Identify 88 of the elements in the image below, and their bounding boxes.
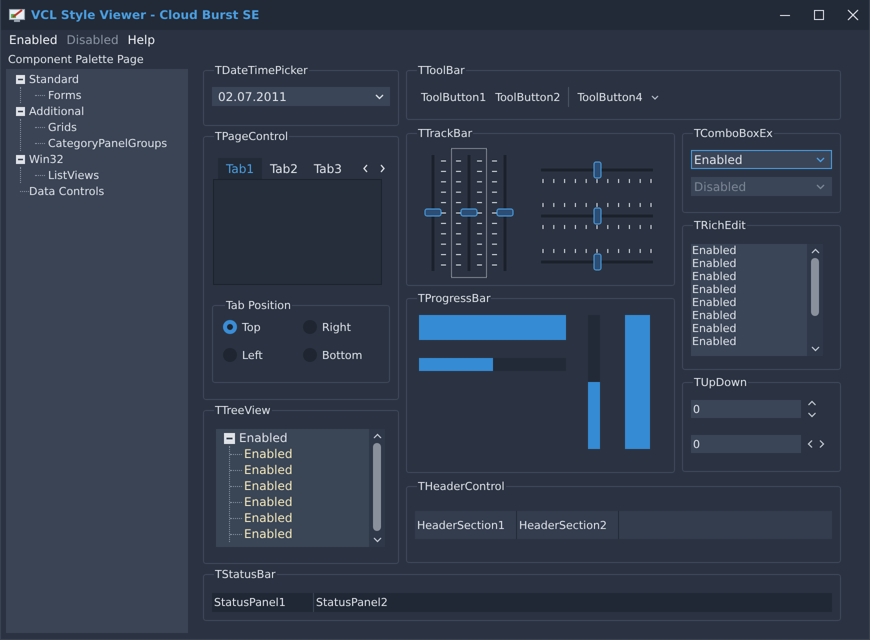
header-section[interactable]: HeaderSection2 [517, 511, 619, 539]
radio-label: Bottom [322, 348, 362, 362]
chevron-left-icon[interactable] [362, 164, 369, 173]
tab[interactable]: Tab1 [218, 158, 262, 179]
slider-thumb[interactable] [594, 162, 602, 178]
app-icon [9, 8, 25, 22]
date-picker[interactable]: 02.07.2011 [212, 87, 390, 106]
slider-thumb[interactable] [594, 208, 602, 224]
text-line: Enabled [692, 335, 738, 348]
menu-item[interactable]: Help [128, 33, 155, 47]
chevron-right-icon[interactable] [378, 164, 386, 173]
group-title: THeaderControl [417, 480, 506, 493]
group-title: TRichEdit [693, 219, 747, 232]
chevron-up-icon[interactable] [372, 433, 382, 439]
tree-item[interactable]: Data Controls [29, 184, 104, 198]
group-title: Tab Position [225, 299, 292, 312]
close-icon[interactable] [847, 9, 859, 21]
group-title: TStatusBar [214, 568, 277, 581]
chevron-down-icon[interactable] [810, 346, 820, 352]
collapse-icon[interactable] [16, 106, 25, 116]
slider-thumb[interactable] [594, 254, 602, 270]
group-title: TComboBoxEx [693, 127, 774, 140]
tree-item[interactable]: Additional [29, 104, 84, 118]
collapse-icon[interactable] [16, 154, 25, 164]
status-panel-text: StatusPanel1 [212, 593, 314, 612]
group-title: TPageControl [214, 130, 290, 143]
tree-item[interactable]: Standard [29, 72, 80, 86]
tree-item[interactable]: Forms [48, 88, 82, 102]
tree-item[interactable]: Enabled [244, 495, 292, 509]
chevron-down-icon [375, 94, 384, 100]
radio-label: Top [242, 320, 261, 334]
menu-item[interactable]: Enabled [9, 33, 58, 47]
radio-button[interactable] [223, 320, 237, 334]
tree-item[interactable]: ListViews [48, 168, 100, 182]
maximize-icon[interactable] [813, 9, 825, 21]
scrollbar[interactable] [369, 429, 385, 547]
group-title: TDateTimePicker [214, 64, 309, 77]
tree-item[interactable]: Enabled [244, 527, 292, 541]
toolbar-dropdown-button[interactable]: ToolButton4 [569, 90, 665, 104]
scrollbar[interactable] [807, 244, 823, 356]
radio-label: Left [242, 348, 263, 362]
collapse-icon[interactable] [16, 74, 25, 84]
chevron-down-icon [816, 156, 825, 162]
slider-thumb[interactable] [424, 208, 442, 216]
up-down-arrows-icon[interactable] [807, 399, 817, 419]
tree-item[interactable]: Enabled [244, 463, 292, 477]
chevron-up-icon[interactable] [810, 248, 820, 254]
group-title: TProgressBar [417, 292, 492, 305]
number-field[interactable]: 0 [691, 400, 801, 418]
group-title: TTreeView [214, 404, 272, 417]
chevron-down-icon [816, 184, 825, 190]
tree-item[interactable]: Grids [48, 120, 77, 134]
text-line: Enabled [692, 296, 738, 309]
tree-item[interactable]: Win32 [29, 152, 64, 166]
group-title: TToolBar [417, 64, 466, 77]
slider-thumb[interactable] [460, 208, 478, 216]
tree-item[interactable]: Enabled [244, 511, 292, 525]
collapse-icon[interactable] [224, 432, 235, 444]
rich-edit[interactable]: Enabled Enabled Enabled Enabled Enabled Enabled Enabled Enabled [691, 244, 823, 356]
tree-item[interactable]: Enabled [244, 479, 292, 493]
tab[interactable]: Tab3 [306, 158, 350, 179]
tree-item[interactable]: CategoryPanelGroups [48, 136, 168, 150]
slider-thumb[interactable] [496, 208, 514, 216]
chevron-down-icon [650, 94, 659, 100]
horizontal-slider[interactable] [539, 200, 655, 232]
palette-label: Component Palette Page [7, 52, 145, 68]
tree-item[interactable]: Enabled [239, 431, 288, 445]
tab[interactable]: Tab2 [262, 158, 306, 179]
text-line: Enabled [692, 309, 738, 322]
tree-item[interactable]: Enabled [244, 447, 292, 461]
text-line: Enabled [692, 244, 738, 257]
number-field[interactable]: 0 [691, 435, 801, 453]
vertical-slider[interactable] [451, 148, 487, 278]
group-title: TUpDown [693, 376, 748, 389]
left-right-arrows-icon[interactable] [807, 439, 825, 449]
toolbar-button[interactable]: ToolButton1 [418, 90, 492, 104]
text-line: Enabled [692, 322, 738, 335]
status-panel-text: StatusPanel2 [315, 595, 389, 611]
chevron-down-icon[interactable] [372, 537, 382, 543]
group-title: TTrackBar [417, 127, 474, 140]
header-section[interactable]: HeaderSection1 [415, 511, 517, 539]
window-title: VCL Style Viewer - Cloud Burst SE [31, 8, 260, 22]
text-line: Enabled [692, 257, 738, 270]
text-line: Enabled [692, 283, 738, 296]
combo-box[interactable]: Enabled [691, 150, 832, 169]
radio-label: Right [322, 320, 351, 334]
toolbar-button[interactable]: ToolButton2 [492, 90, 566, 104]
text-line: Enabled [692, 270, 738, 283]
